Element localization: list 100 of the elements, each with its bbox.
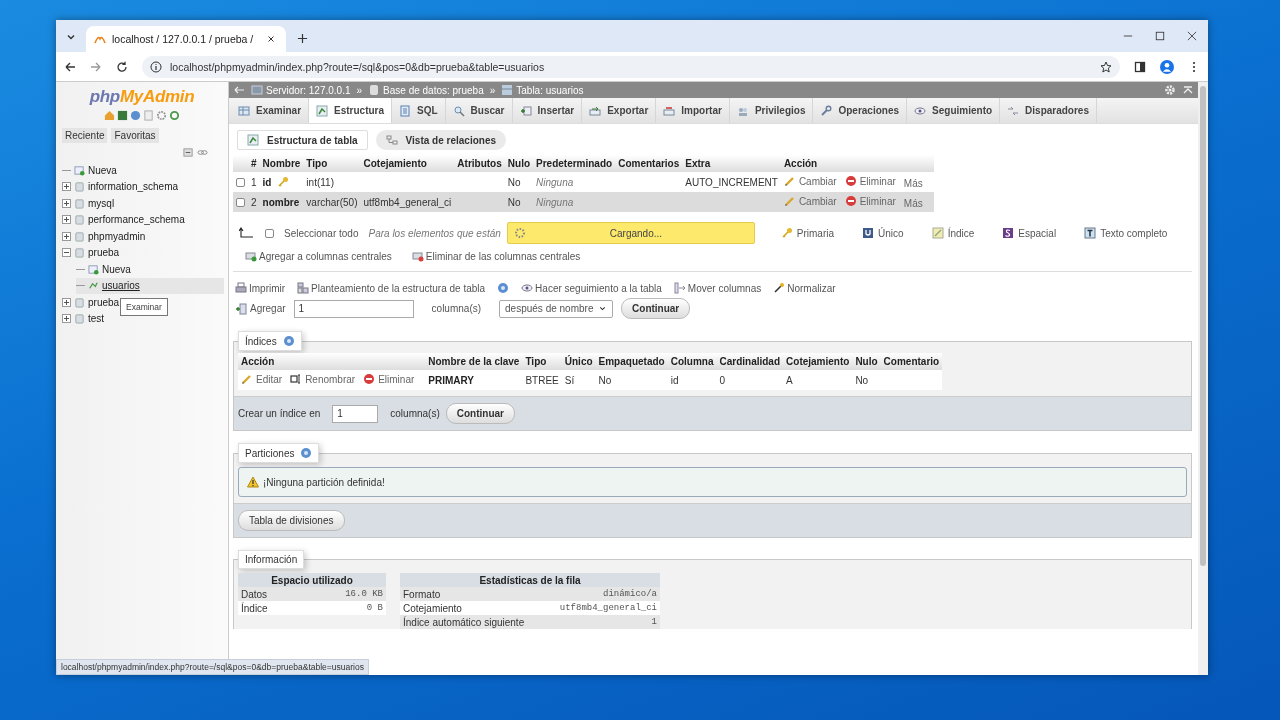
- close-icon: [1187, 31, 1197, 41]
- tab[interactable]: Importar: [656, 98, 730, 123]
- address-bar[interactable]: localhost/phpmyadmin/index.php?route=/sql&pos=0&db=prueba&table=usuarios: [142, 55, 1120, 78]
- expand-icon[interactable]: [62, 314, 71, 324]
- column-count-field[interactable]: 1: [293, 299, 414, 318]
- plus-icon: [296, 32, 308, 44]
- unit-label: columna(s): [390, 408, 440, 419]
- tree-item[interactable]: Nueva: [76, 261, 131, 278]
- bulk-action-link[interactable]: Espacial: [1002, 227, 1057, 239]
- more-link[interactable]: Más: [903, 198, 923, 209]
- breadcrumb-link[interactable]: Tabla: usuarios: [516, 84, 584, 96]
- document-icon: [399, 104, 412, 117]
- expand-icon[interactable]: [62, 231, 71, 241]
- collapse-icon: [1182, 84, 1194, 96]
- search-icon: [452, 104, 465, 117]
- tree-item[interactable]: performance_schema: [62, 211, 185, 228]
- tab[interactable]: Exportar: [582, 98, 657, 123]
- server-icon: [251, 84, 263, 96]
- sidebar-tab[interactable]: Reciente: [62, 128, 108, 143]
- database-icon: [74, 197, 85, 209]
- collapse-icon[interactable]: [62, 248, 71, 258]
- tab[interactable]: Seguimiento: [907, 98, 1001, 123]
- column-header: Espacio utilizado: [238, 573, 386, 587]
- index-columns-field[interactable]: 1: [332, 404, 379, 423]
- tree-item[interactable]: prueba: [62, 244, 120, 261]
- bulk-action-link[interactable]: Índice: [931, 227, 975, 239]
- tab[interactable]: SQL: [392, 98, 446, 123]
- breadcrumb-link[interactable]: Servidor: 127.0.0.1: [266, 84, 351, 96]
- tree-item[interactable]: prueba: [62, 294, 120, 311]
- rename-icon: [290, 373, 303, 385]
- move-columns-icon: [673, 282, 686, 294]
- expand-icon[interactable]: [62, 198, 71, 208]
- database-icon: [74, 181, 85, 193]
- tab[interactable]: Privilegios: [729, 98, 814, 123]
- table-cell: Sí: [564, 374, 575, 386]
- edit-link[interactable]: Editar: [241, 373, 283, 385]
- delete-link[interactable]: Eliminar: [844, 195, 896, 207]
- sub-tab[interactable]: Estructura de tabla: [237, 130, 368, 150]
- table-cell: 0 B: [366, 603, 383, 613]
- action-link[interactable]: Hacer seguimiento a la tabla: [521, 282, 662, 294]
- action-link[interactable]: Imprimir: [235, 282, 286, 294]
- action-link[interactable]: Planteamiento de la estructura de tabla: [297, 282, 486, 294]
- delete-link[interactable]: Eliminar: [363, 373, 415, 385]
- continue-button[interactable]: Continuar: [445, 403, 515, 424]
- profile-icon: [1160, 59, 1174, 74]
- table-cell: BTREE: [525, 374, 559, 386]
- continue-button[interactable]: Continuar: [621, 298, 691, 319]
- unique-icon: [862, 227, 875, 239]
- column-header: Atributos: [454, 155, 505, 172]
- export-icon: [589, 104, 602, 117]
- new-icon: [88, 263, 99, 275]
- expand-icon[interactable]: [62, 297, 71, 307]
- table-cell: A: [786, 374, 793, 386]
- scrollbar-thumb[interactable]: [1200, 86, 1206, 566]
- bulk-action-link[interactable]: Primaria: [780, 227, 835, 239]
- tree-item[interactable]: Nueva: [62, 162, 117, 179]
- select-all-label[interactable]: Seleccionar todo: [284, 227, 359, 239]
- breadcrumb-separator: »: [489, 84, 496, 96]
- rename-link[interactable]: Renombrar: [290, 373, 356, 385]
- position-dropdown[interactable]: después de nombre: [499, 299, 614, 318]
- action-link[interactable]: Mover columnas: [673, 282, 762, 294]
- eye-icon: [521, 282, 534, 294]
- bulk-action-link[interactable]: Único: [862, 227, 904, 239]
- tree-item[interactable]: test: [62, 310, 105, 327]
- selected-tree-item[interactable]: usuarios: [76, 277, 224, 294]
- spatial-icon: [1002, 227, 1015, 239]
- tab[interactable]: Operaciones: [813, 98, 908, 123]
- sub-tab[interactable]: Vista de relaciones: [375, 130, 506, 150]
- tab[interactable]: Buscar: [445, 98, 513, 123]
- change-link[interactable]: Cambiar: [783, 195, 837, 207]
- bulk-action-link[interactable]: Texto completo: [1084, 227, 1168, 239]
- select-all-checkbox[interactable]: [265, 228, 274, 238]
- more-link[interactable]: Más: [903, 178, 923, 189]
- central-columns-link[interactable]: Eliminar de las columnas centrales: [411, 250, 581, 262]
- pencil-icon: [783, 195, 796, 207]
- tree-item[interactable]: mysql: [62, 195, 115, 212]
- tab[interactable]: Insertar: [512, 98, 583, 123]
- status-url: localhost/phpmyadmin/index.php?route=/sql&pos=0&db=prueba&table=usuarios: [56, 659, 369, 675]
- central-columns-link[interactable]: Agregar a columnas centrales: [245, 250, 392, 262]
- breadcrumb-link[interactable]: Base de datos: prueba: [383, 84, 484, 96]
- browser-tab[interactable]: localhost / 127.0.0.1 / prueba /: [86, 26, 286, 52]
- tab[interactable]: Estructura: [309, 98, 393, 123]
- row-checkbox[interactable]: [236, 197, 245, 207]
- insert-icon: [519, 104, 532, 117]
- table-cell: PRIMARY: [428, 374, 475, 386]
- table-cell: Datos: [241, 588, 268, 600]
- change-link[interactable]: Cambiar: [783, 175, 837, 187]
- database-icon: [74, 230, 85, 242]
- delete-link[interactable]: Eliminar: [844, 175, 896, 187]
- tab[interactable]: Disparadores: [1000, 98, 1097, 123]
- table-cell: Índice: [241, 602, 268, 614]
- logo[interactable]: phpMyAdmin: [56, 82, 228, 107]
- tree-item[interactable]: phpmyadmin: [62, 228, 146, 245]
- tree-item[interactable]: information_schema: [62, 178, 179, 195]
- row-checkbox[interactable]: [236, 177, 245, 187]
- action-link[interactable]: Normalizar: [773, 282, 836, 294]
- expand-icon[interactable]: [62, 215, 71, 225]
- sidebar-tab[interactable]: Favoritas: [111, 128, 159, 143]
- expand-icon[interactable]: [62, 182, 71, 192]
- partition-table-button[interactable]: Tabla de divisiones: [238, 510, 345, 531]
